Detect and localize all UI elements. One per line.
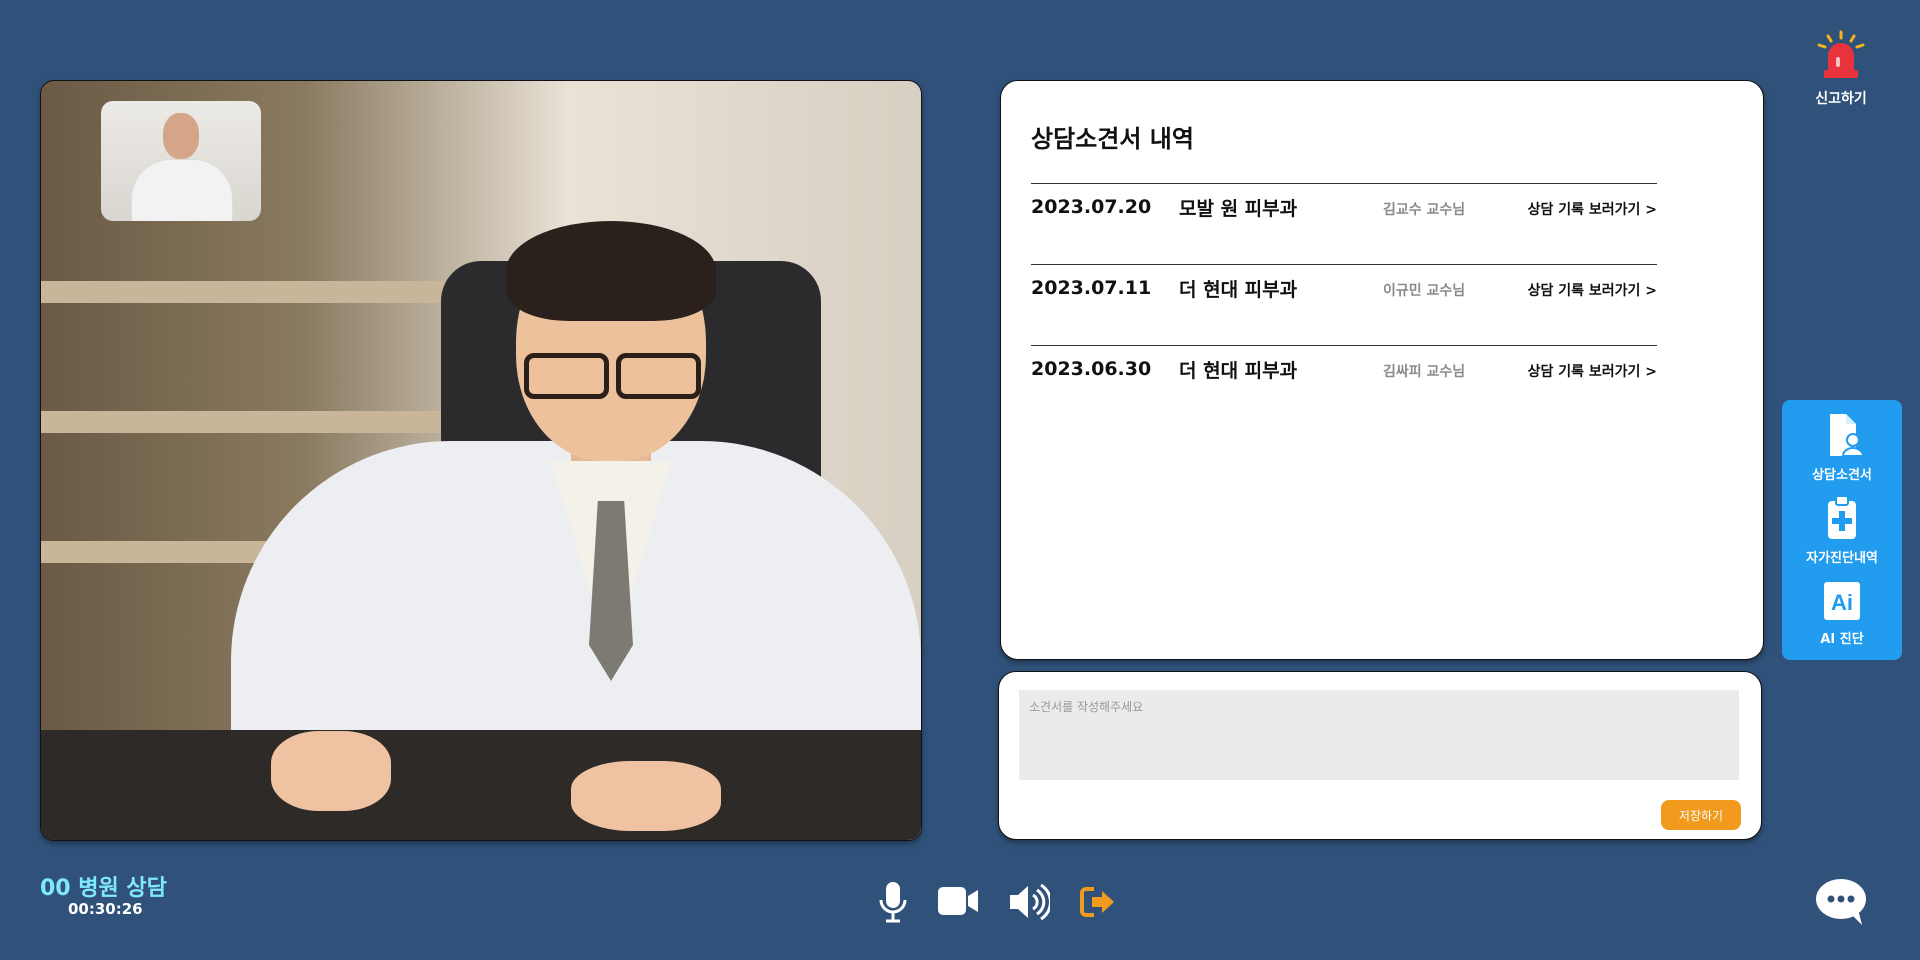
record-list: 2023.07.20 모발 원 피부과 김교수 교수님 상담 기록 보러가기 >… (1031, 183, 1657, 426)
record-row: 2023.07.20 모발 원 피부과 김교수 교수님 상담 기록 보러가기 > (1031, 183, 1657, 264)
svg-text:Ai: Ai (1831, 590, 1853, 615)
record-history-panel: 상담소견서 내역 2023.07.20 모발 원 피부과 김교수 교수님 상담 … (1000, 80, 1764, 660)
leave-button[interactable] (1080, 887, 1116, 921)
patient-face (163, 113, 199, 159)
speaker-icon (1010, 883, 1052, 921)
record-hospital: 모발 원 피부과 (1179, 198, 1298, 220)
side-item-opinion[interactable]: 상담소견서 (1782, 412, 1902, 483)
save-button[interactable]: 저장하기 (1661, 800, 1741, 830)
record-hospital: 더 현대 피부과 (1179, 360, 1298, 382)
record-doctor: 이규민 교수님 (1383, 283, 1466, 299)
doctor-hair (506, 221, 716, 321)
chat-button[interactable] (1814, 877, 1868, 931)
view-record-link[interactable]: 상담 기록 보러가기 > (1528, 280, 1657, 300)
call-title: 00 병원 상담 (40, 876, 167, 901)
record-row: 2023.07.11 더 현대 피부과 이규민 교수님 상담 기록 보러가기 > (1031, 264, 1657, 345)
microphone-icon (879, 882, 907, 923)
siren-icon (1817, 30, 1865, 78)
record-date: 2023.07.20 (1031, 196, 1152, 218)
side-item-label: 자가진단내역 (1806, 551, 1878, 566)
microphone-button[interactable] (878, 880, 908, 928)
record-date: 2023.06.30 (1031, 358, 1152, 380)
camera-button[interactable] (936, 885, 980, 921)
patient-body (131, 159, 233, 221)
note-panel: 저장하기 (998, 671, 1762, 840)
record-row: 2023.06.30 더 현대 피부과 김싸피 교수님 상담 기록 보러가기 > (1031, 345, 1657, 426)
self-view-video[interactable] (101, 101, 261, 221)
record-date: 2023.07.11 (1031, 277, 1152, 299)
view-record-link[interactable]: 상담 기록 보러가기 > (1528, 199, 1657, 219)
speaker-button[interactable] (1008, 883, 1052, 925)
side-item-self-diagnosis[interactable]: 자가진단내역 (1782, 495, 1902, 566)
doctor-hand (271, 731, 391, 811)
report-label: 신고하기 (1815, 91, 1867, 107)
document-user-icon (1830, 414, 1865, 457)
record-doctor: 김싸피 교수님 (1383, 364, 1466, 380)
chat-icon (1816, 879, 1866, 925)
side-item-label: AI 진단 (1820, 632, 1864, 647)
doctor-glasses (516, 353, 706, 399)
record-hospital: 더 현대 피부과 (1179, 279, 1298, 301)
side-menu: 상담소견서 자가진단내역 Ai AI 진단 (1782, 400, 1902, 660)
call-timer: 00:30:26 (68, 900, 143, 918)
doctor-hand (571, 761, 721, 831)
record-doctor: 김교수 교수님 (1383, 202, 1466, 218)
side-item-ai-diagnosis[interactable]: Ai AI 진단 (1782, 580, 1902, 647)
main-video-feed (40, 80, 922, 841)
desk (41, 730, 921, 840)
video-camera-icon (938, 887, 978, 915)
record-panel-title: 상담소견서 내역 (1031, 125, 1194, 153)
note-textarea[interactable] (1019, 690, 1739, 780)
ai-icon: Ai (1824, 582, 1860, 620)
clipboard-medical-icon (1828, 495, 1856, 539)
view-record-link[interactable]: 상담 기록 보러가기 > (1528, 361, 1657, 381)
side-item-label: 상담소견서 (1812, 468, 1872, 483)
report-button[interactable]: 신고하기 (1808, 30, 1874, 108)
leave-icon (1080, 887, 1114, 917)
